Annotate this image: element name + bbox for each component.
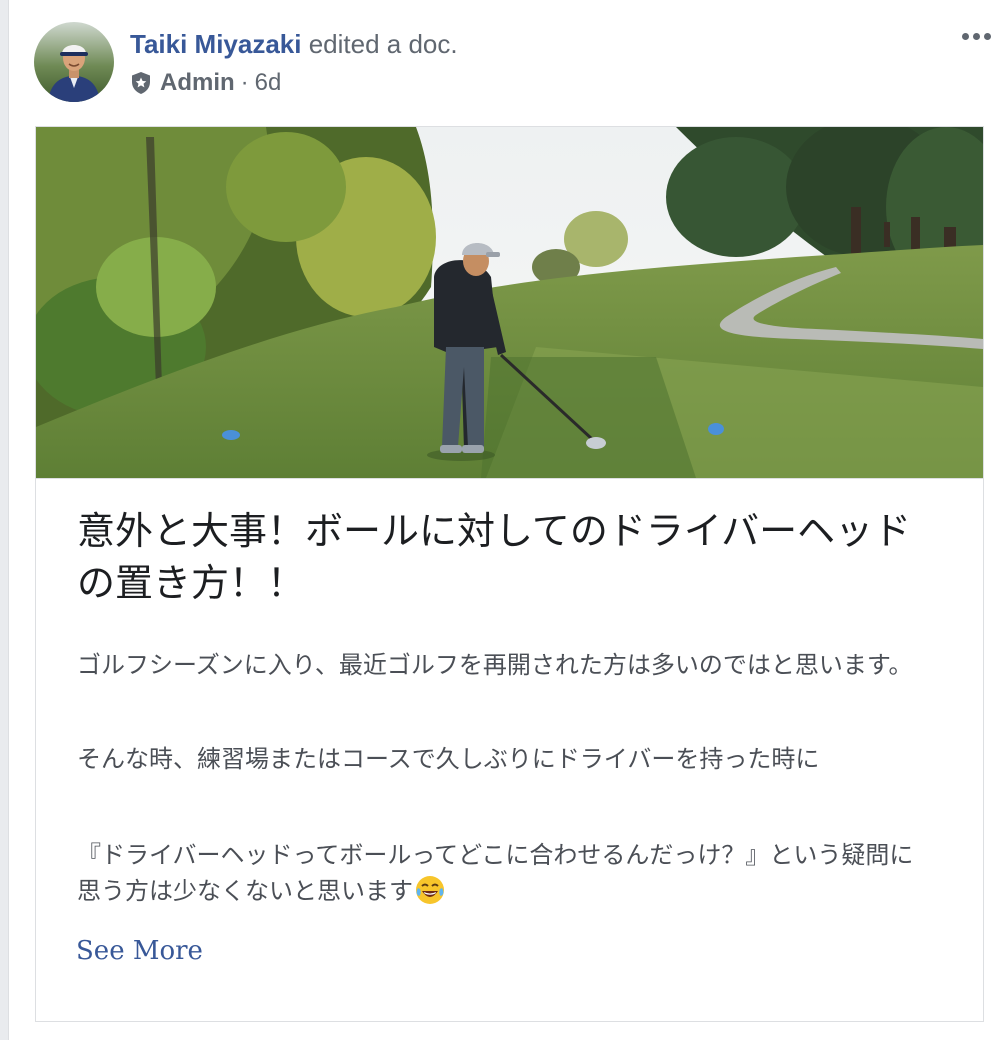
golf-scene-image bbox=[36, 127, 983, 478]
doc-paragraph-2: そんな時、練習場またはコースで久しぶりにドライバーを持った時に bbox=[77, 745, 820, 773]
post-page: Taiki Miyazaki edited a doc. Admin · 6d bbox=[0, 0, 1006, 1040]
doc-card[interactable]: 意外と大事！ボールに対してのドライバーヘッドの置き方！！ ゴルフシーズンに入り、… bbox=[35, 126, 984, 1022]
doc-title[interactable]: 意外と大事！ボールに対してのドライバーヘッドの置き方！！ bbox=[77, 505, 917, 609]
doc-paragraph-3: 『ドライバーヘッドってボールってどこに合わせるんだっけ？』という疑問に思う方は少… bbox=[77, 837, 927, 909]
doc-paragraph-1: ゴルフシーズンに入り、最近ゴルフを再開された方は多いのではと思います。 bbox=[77, 651, 913, 679]
doc-cover-image bbox=[36, 127, 983, 479]
post-timestamp[interactable]: 6d bbox=[255, 68, 282, 98]
laughing-tears-emoji-icon bbox=[415, 875, 445, 905]
post-action-text: edited a doc. bbox=[301, 29, 458, 59]
doc-paragraph-3-text: 『ドライバーヘッドってボールってどこに合わせるんだっけ？』という疑問に思う方は少… bbox=[77, 841, 914, 905]
author-avatar[interactable] bbox=[34, 22, 114, 102]
meta-separator: · bbox=[240, 69, 249, 96]
post-meta-line: Admin · 6d bbox=[130, 68, 281, 98]
role-badge: Admin bbox=[160, 69, 235, 96]
post-header-line: Taiki Miyazaki edited a doc. bbox=[130, 28, 458, 60]
see-more-link[interactable]: See More bbox=[76, 933, 203, 969]
shield-icon bbox=[130, 71, 152, 95]
author-name-link[interactable]: Taiki Miyazaki bbox=[130, 29, 302, 59]
left-panel-edge bbox=[0, 0, 9, 1040]
avatar-photo bbox=[34, 22, 114, 102]
more-options-icon[interactable] bbox=[956, 24, 996, 48]
